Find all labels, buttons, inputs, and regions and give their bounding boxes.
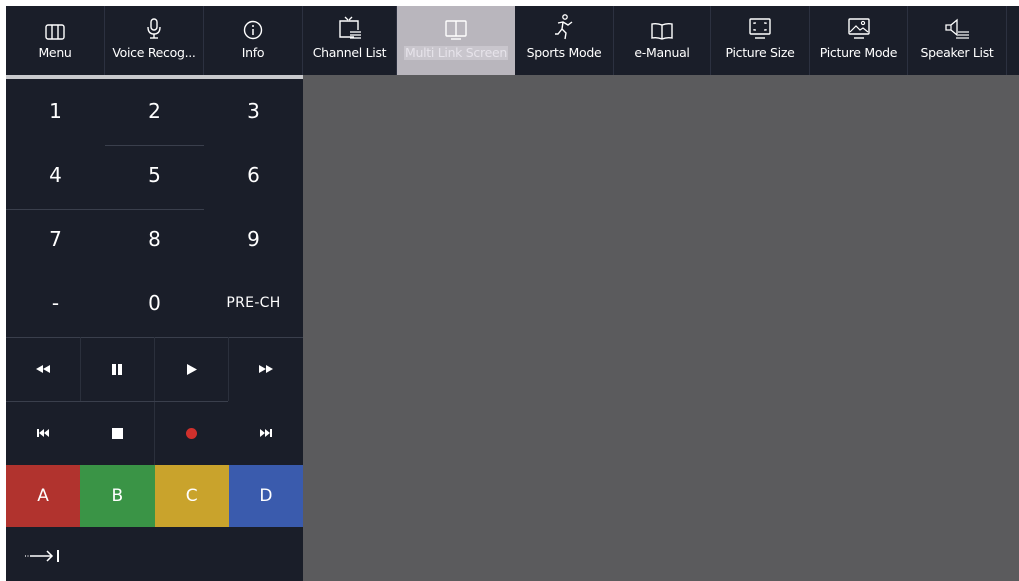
rewind-icon [36, 365, 51, 373]
pause-icon [112, 363, 123, 375]
red-a-button[interactable]: A [6, 465, 81, 527]
picture-mode-button[interactable]: Picture Mode [810, 6, 908, 75]
info-icon [243, 6, 263, 46]
e-manual-button[interactable]: e-Manual [614, 6, 711, 75]
record-icon [186, 427, 198, 439]
multi-link-screen-icon [445, 6, 467, 46]
keypad-row-3: 7 8 9 [6, 207, 303, 271]
digit-2-button[interactable]: 2 [105, 79, 204, 143]
green-b-button[interactable]: B [80, 465, 155, 527]
digit-4-button[interactable]: 4 [6, 143, 105, 207]
book-icon [650, 6, 674, 46]
rewind-button[interactable] [6, 337, 80, 401]
voice-recognition-label: Voice Recog... [112, 45, 196, 60]
divider [80, 337, 81, 401]
digit-7-button[interactable]: 7 [6, 207, 105, 271]
skip-previous-icon [36, 429, 49, 437]
tab-arrow-icon [25, 549, 59, 562]
info-label: Info [241, 45, 265, 60]
skip-previous-button[interactable] [6, 401, 80, 465]
top-toolbar: Menu Voice Recog... Info Channel List Mu… [6, 6, 1019, 75]
fast-forward-icon [258, 365, 273, 373]
channel-list-button[interactable]: Channel List [303, 6, 397, 75]
channel-list-label: Channel List [312, 45, 387, 60]
speaker-list-label: Speaker List [920, 45, 994, 60]
sports-mode-label: Sports Mode [526, 45, 602, 60]
digit-8-button[interactable]: 8 [105, 207, 204, 271]
picture-mode-icon [847, 6, 871, 46]
stop-icon [111, 427, 123, 439]
picture-size-label: Picture Size [725, 45, 795, 60]
e-manual-label: e-Manual [634, 45, 690, 60]
speaker-icon [944, 6, 970, 46]
digit-5-button[interactable]: 5 [105, 143, 204, 207]
blue-d-button[interactable]: D [228, 465, 303, 527]
info-button[interactable]: Info [204, 6, 303, 75]
picture-size-button[interactable]: Picture Size [711, 6, 810, 75]
play-icon [186, 363, 197, 375]
divider [228, 337, 229, 401]
speaker-list-button[interactable]: Speaker List [908, 6, 1007, 75]
digit-3-button[interactable]: 3 [204, 79, 303, 143]
remote-keypad: 1 2 3 4 5 6 7 8 9 - 0 PRE-CH A B C D [6, 79, 303, 581]
digit-0-button[interactable]: 0 [105, 271, 204, 335]
keypad-row-4: - 0 PRE-CH [6, 271, 303, 335]
fast-forward-button[interactable] [229, 337, 303, 401]
skip-next-icon [260, 429, 273, 437]
stop-button[interactable] [80, 401, 154, 465]
channel-list-icon [338, 6, 362, 46]
picture-size-icon [748, 6, 772, 46]
keypad-row-2: 4 5 6 [6, 143, 303, 207]
play-button[interactable] [155, 337, 229, 401]
tab-arrow-button[interactable] [6, 530, 80, 581]
media-row-2 [6, 401, 303, 465]
menu-label: Menu [38, 45, 72, 60]
yellow-c-button[interactable]: C [154, 465, 229, 527]
sports-mode-button[interactable]: Sports Mode [515, 6, 614, 75]
main-screen-area [303, 75, 1019, 581]
voice-recognition-button[interactable]: Voice Recog... [105, 6, 204, 75]
dash-button[interactable]: - [6, 271, 105, 335]
sports-mode-icon [553, 6, 575, 46]
multi-link-screen-button[interactable]: Multi Link Screen [397, 6, 515, 75]
multi-link-screen-label: Multi Link Screen [404, 45, 508, 60]
pre-ch-button[interactable]: PRE-CH [204, 271, 303, 335]
keypad-row-1: 1 2 3 [6, 79, 303, 143]
digit-9-button[interactable]: 9 [204, 207, 303, 271]
digit-1-button[interactable]: 1 [6, 79, 105, 143]
record-button[interactable] [155, 401, 229, 465]
pause-button[interactable] [80, 337, 154, 401]
color-key-row: A B C D [6, 465, 303, 527]
menu-button[interactable]: Menu [6, 6, 105, 75]
digit-6-button[interactable]: 6 [204, 143, 303, 207]
picture-mode-label: Picture Mode [819, 45, 898, 60]
skip-next-button[interactable] [229, 401, 303, 465]
menu-icon [45, 6, 65, 46]
microphone-icon [146, 6, 162, 46]
